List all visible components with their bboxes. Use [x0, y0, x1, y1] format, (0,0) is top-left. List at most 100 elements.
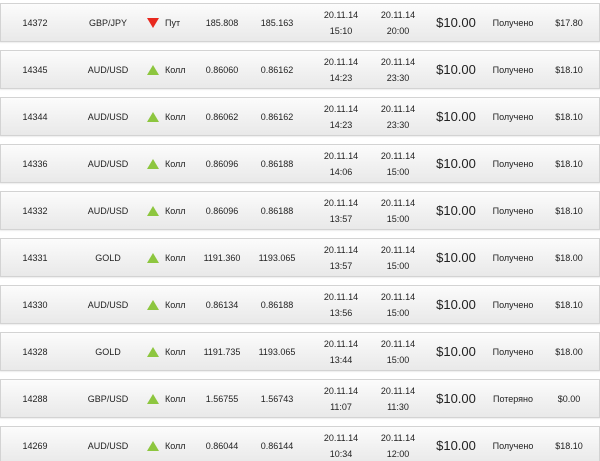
- open-date: 20.11.14: [323, 338, 359, 349]
- up-arrow-icon: [143, 239, 163, 276]
- asset-name: AUD/USD: [87, 205, 129, 216]
- asset-name: AUD/USD: [87, 64, 129, 75]
- trade-status: Получено: [492, 299, 534, 310]
- open-time: 13:44: [329, 354, 353, 365]
- trade-row[interactable]: 14328 GOLD Колл 1191.735 1193.065 20.11.…: [0, 332, 600, 371]
- open-price: 1.56755: [205, 393, 239, 404]
- open-price: 1191.735: [203, 346, 241, 357]
- trade-row[interactable]: 14345 AUD/USD Колл 0.86060 0.86162 20.11…: [0, 50, 600, 89]
- up-arrow-icon: [143, 98, 163, 135]
- open-time: 13:57: [329, 260, 353, 271]
- trade-id: 14288: [22, 393, 48, 404]
- expiry-date: 20.11.14: [380, 150, 416, 161]
- expiry-datetime: 20.11.14 12:00: [371, 427, 425, 461]
- direction-label: Пут: [165, 17, 181, 28]
- open-price: 0.86096: [205, 205, 239, 216]
- expiry-date: 20.11.14: [380, 338, 416, 349]
- expiry-date: 20.11.14: [380, 244, 416, 255]
- trade-amount: $10.00: [436, 109, 476, 124]
- expiry-datetime: 20.11.14 15:00: [371, 333, 425, 370]
- close-price: 0.86188: [260, 205, 294, 216]
- open-price: 185.808: [205, 17, 239, 28]
- trade-row[interactable]: 14288 GBP/USD Колл 1.56755 1.56743 20.11…: [0, 379, 600, 418]
- asset-name: GOLD: [95, 346, 121, 357]
- open-time: 14:06: [329, 166, 353, 177]
- expiry-time: 20:00: [386, 25, 410, 36]
- expiry-date: 20.11.14: [380, 56, 416, 67]
- trade-row[interactable]: 14344 AUD/USD Колл 0.86062 0.86162 20.11…: [0, 97, 600, 136]
- trade-payout: $18.10: [555, 440, 583, 451]
- asset-name: GBP/JPY: [88, 17, 127, 28]
- open-datetime: 20.11.14 14:06: [315, 145, 367, 182]
- trade-row[interactable]: 14336 AUD/USD Колл 0.86096 0.86188 20.11…: [0, 144, 600, 183]
- trade-id: 14328: [22, 346, 48, 357]
- open-date: 20.11.14: [323, 291, 359, 302]
- trade-amount: $10.00: [436, 344, 476, 359]
- close-price: 0.86162: [260, 111, 294, 122]
- open-datetime: 20.11.14 10:34: [315, 427, 367, 461]
- open-datetime: 20.11.14 13:56: [315, 286, 367, 323]
- trade-status: Получено: [492, 252, 534, 263]
- expiry-datetime: 20.11.14 15:00: [371, 286, 425, 323]
- open-time: 14:23: [329, 119, 353, 130]
- trade-row[interactable]: 14372 GBP/JPY Пут 185.808 185.163 20.11.…: [0, 3, 600, 42]
- trade-payout: $18.10: [555, 64, 583, 75]
- open-time: 11:07: [330, 401, 352, 412]
- open-date: 20.11.14: [323, 385, 359, 396]
- open-price: 0.86062: [205, 111, 239, 122]
- asset-name: AUD/USD: [87, 299, 129, 310]
- asset-name: GBP/USD: [87, 393, 129, 404]
- asset-name: AUD/USD: [87, 440, 129, 451]
- trade-id: 14331: [22, 252, 48, 263]
- expiry-time: 15:00: [386, 166, 410, 177]
- trade-row[interactable]: 14332 AUD/USD Колл 0.86096 0.86188 20.11…: [0, 191, 600, 230]
- expiry-datetime: 20.11.14 15:00: [371, 145, 425, 182]
- expiry-datetime: 20.11.14 15:00: [371, 192, 425, 229]
- close-price: 1193.065: [258, 346, 296, 357]
- open-datetime: 20.11.14 13:57: [315, 192, 367, 229]
- direction-label: Колл: [165, 158, 186, 169]
- open-date: 20.11.14: [323, 197, 359, 208]
- trade-amount: $10.00: [436, 15, 476, 30]
- expiry-datetime: 20.11.14 11:30: [371, 380, 425, 417]
- close-price: 0.86144: [260, 440, 294, 451]
- expiry-date: 20.11.14: [380, 103, 416, 114]
- trade-payout: $18.10: [555, 205, 583, 216]
- open-time: 14:23: [329, 72, 353, 83]
- expiry-datetime: 20.11.14 23:30: [371, 51, 425, 88]
- trade-amount: $10.00: [436, 438, 476, 453]
- up-arrow-icon: [143, 333, 163, 370]
- trade-row[interactable]: 14269 AUD/USD Колл 0.86044 0.86144 20.11…: [0, 426, 600, 461]
- open-datetime: 20.11.14 14:23: [315, 98, 367, 135]
- expiry-date: 20.11.14: [380, 197, 416, 208]
- trade-payout: $17.80: [555, 17, 583, 28]
- expiry-time: 11:30: [387, 401, 409, 412]
- trade-payout: $0.00: [557, 393, 581, 404]
- expiry-datetime: 20.11.14 20:00: [371, 4, 425, 41]
- expiry-time: 15:00: [386, 260, 410, 271]
- up-arrow-icon: [143, 380, 163, 417]
- trade-status: Получено: [492, 346, 534, 357]
- open-date: 20.11.14: [323, 244, 359, 255]
- direction-label: Колл: [165, 205, 186, 216]
- trade-status: Получено: [492, 111, 534, 122]
- expiry-time: 15:00: [386, 354, 410, 365]
- up-arrow-icon: [143, 51, 163, 88]
- trade-status: Получено: [492, 205, 534, 216]
- trade-payout: $18.10: [555, 158, 583, 169]
- close-price: 1193.065: [258, 252, 296, 263]
- open-datetime: 20.11.14 13:57: [315, 239, 367, 276]
- trade-row[interactable]: 14331 GOLD Колл 1191.360 1193.065 20.11.…: [0, 238, 600, 277]
- trade-amount: $10.00: [436, 391, 476, 406]
- asset-name: GOLD: [95, 252, 121, 263]
- expiry-date: 20.11.14: [380, 385, 416, 396]
- down-arrow-icon: [143, 4, 163, 41]
- direction-label: Колл: [165, 252, 186, 263]
- open-datetime: 20.11.14 15:10: [315, 4, 367, 41]
- open-time: 13:57: [329, 213, 353, 224]
- expiry-datetime: 20.11.14 15:00: [371, 239, 425, 276]
- trade-row[interactable]: 14330 AUD/USD Колл 0.86134 0.86188 20.11…: [0, 285, 600, 324]
- trade-payout: $18.00: [555, 346, 583, 357]
- expiry-date: 20.11.14: [380, 9, 416, 20]
- up-arrow-icon: [143, 286, 163, 323]
